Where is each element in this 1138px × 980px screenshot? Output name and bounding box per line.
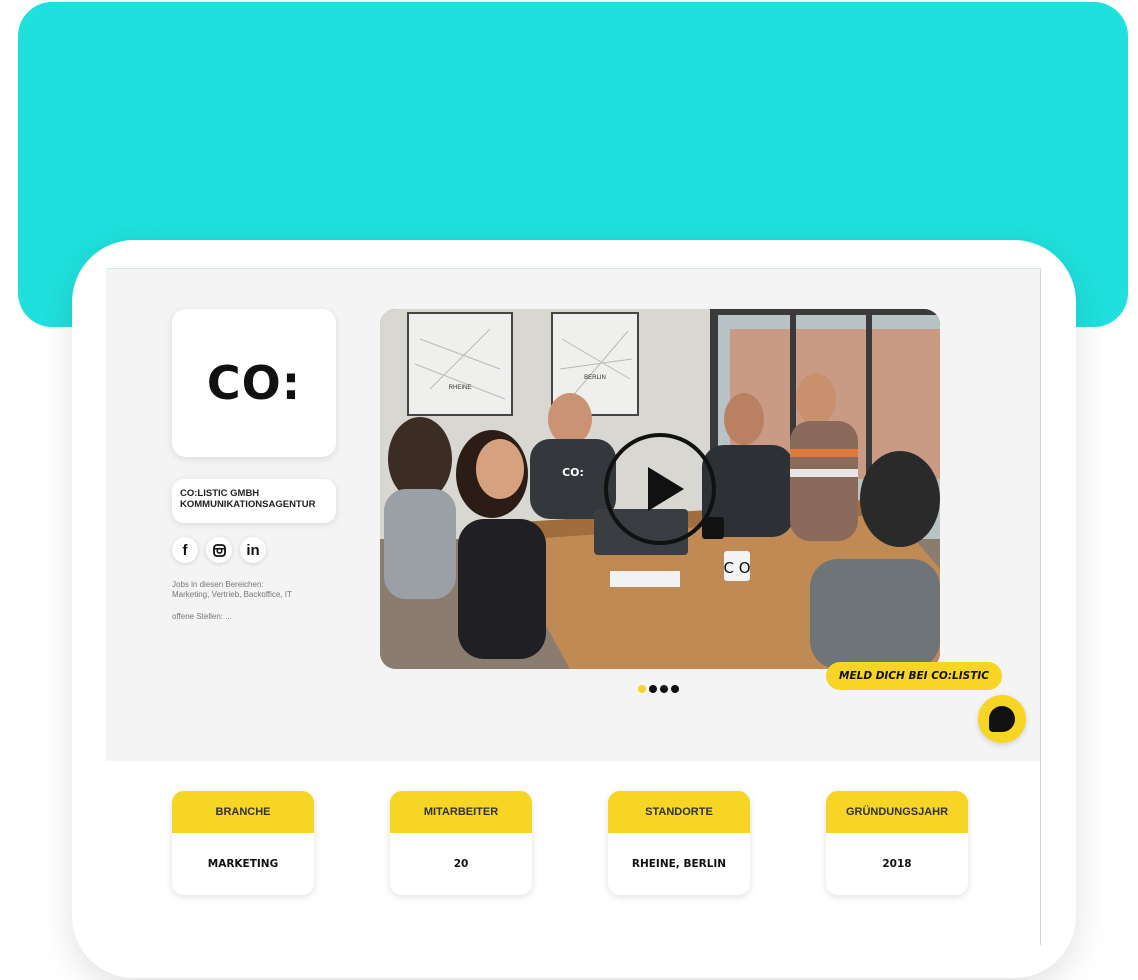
fact-card-industry: BRANCHE MARKETING [172,791,314,895]
job-areas-list: Marketing, Vertrieb, Backoffice, IT [172,590,292,599]
job-areas-heading: Jobs in diesen Bereichen: [172,580,264,589]
company-name-card: CO:LISTIC GMBH KOMMUNIKATIONSAGENTUR [172,479,336,523]
fact-label: MITARBEITER [390,791,532,833]
fact-value: 2018 [882,858,912,870]
fact-card-employees: MITARBEITER 20 [390,791,532,895]
social-links: f in [172,537,266,563]
fact-label: GRÜNDUNGSJAHR [826,791,968,833]
fact-value: 20 [453,858,469,870]
fact-label: STANDORTE [608,791,750,833]
shirt-print: CO: [562,466,584,479]
fact-value: MARKETING [207,858,279,870]
stage: CO: CO:LISTIC GMBH KOMMUNIKATIONSAGENTUR… [0,0,1138,980]
facebook-link[interactable]: f [172,537,198,563]
carousel-dot-2[interactable] [649,685,657,693]
carousel-dots [638,685,679,693]
play-button[interactable] [604,433,716,545]
open-positions: offene Stellen: ... [172,612,232,621]
company-logo: CO: [206,356,302,410]
company-video[interactable]: RHEINE BERLIN CO: C O [380,309,940,669]
map-label-berlin: BERLIN [584,375,606,381]
map-label-rheine: RHEINE [449,385,472,391]
carousel-dot-3[interactable] [660,685,668,693]
fact-value: RHEINE, BERLIN [631,858,727,870]
instagram-link[interactable] [206,537,232,563]
chat-bubble-icon [989,706,1015,732]
company-logo-card: CO: [172,309,336,457]
instagram-icon [212,543,226,557]
linkedin-link[interactable]: in [240,537,266,563]
linkedin-icon: in [246,541,260,559]
job-areas: Jobs in diesen Bereichen: Marketing, Ver… [172,580,352,600]
facebook-icon: f [182,541,188,559]
mug-print: C O [723,559,750,577]
fact-card-founded: GRÜNDUNGSJAHR 2018 [826,791,968,895]
carousel-dot-1[interactable] [638,685,646,693]
carousel-dot-4[interactable] [671,685,679,693]
company-type: KOMMUNIKATIONSAGENTUR [180,499,316,510]
company-name: CO:LISTIC GMBH [180,488,260,499]
fact-label: BRANCHE [172,791,314,833]
contact-badge[interactable]: MELD DICH BEI CO:LISTIC [826,662,1002,690]
company-profile-screen: CO: CO:LISTIC GMBH KOMMUNIKATIONSAGENTUR… [106,268,1041,945]
fact-card-locations: STANDORTE RHEINE, BERLIN [608,791,750,895]
chat-button[interactable] [978,695,1026,743]
